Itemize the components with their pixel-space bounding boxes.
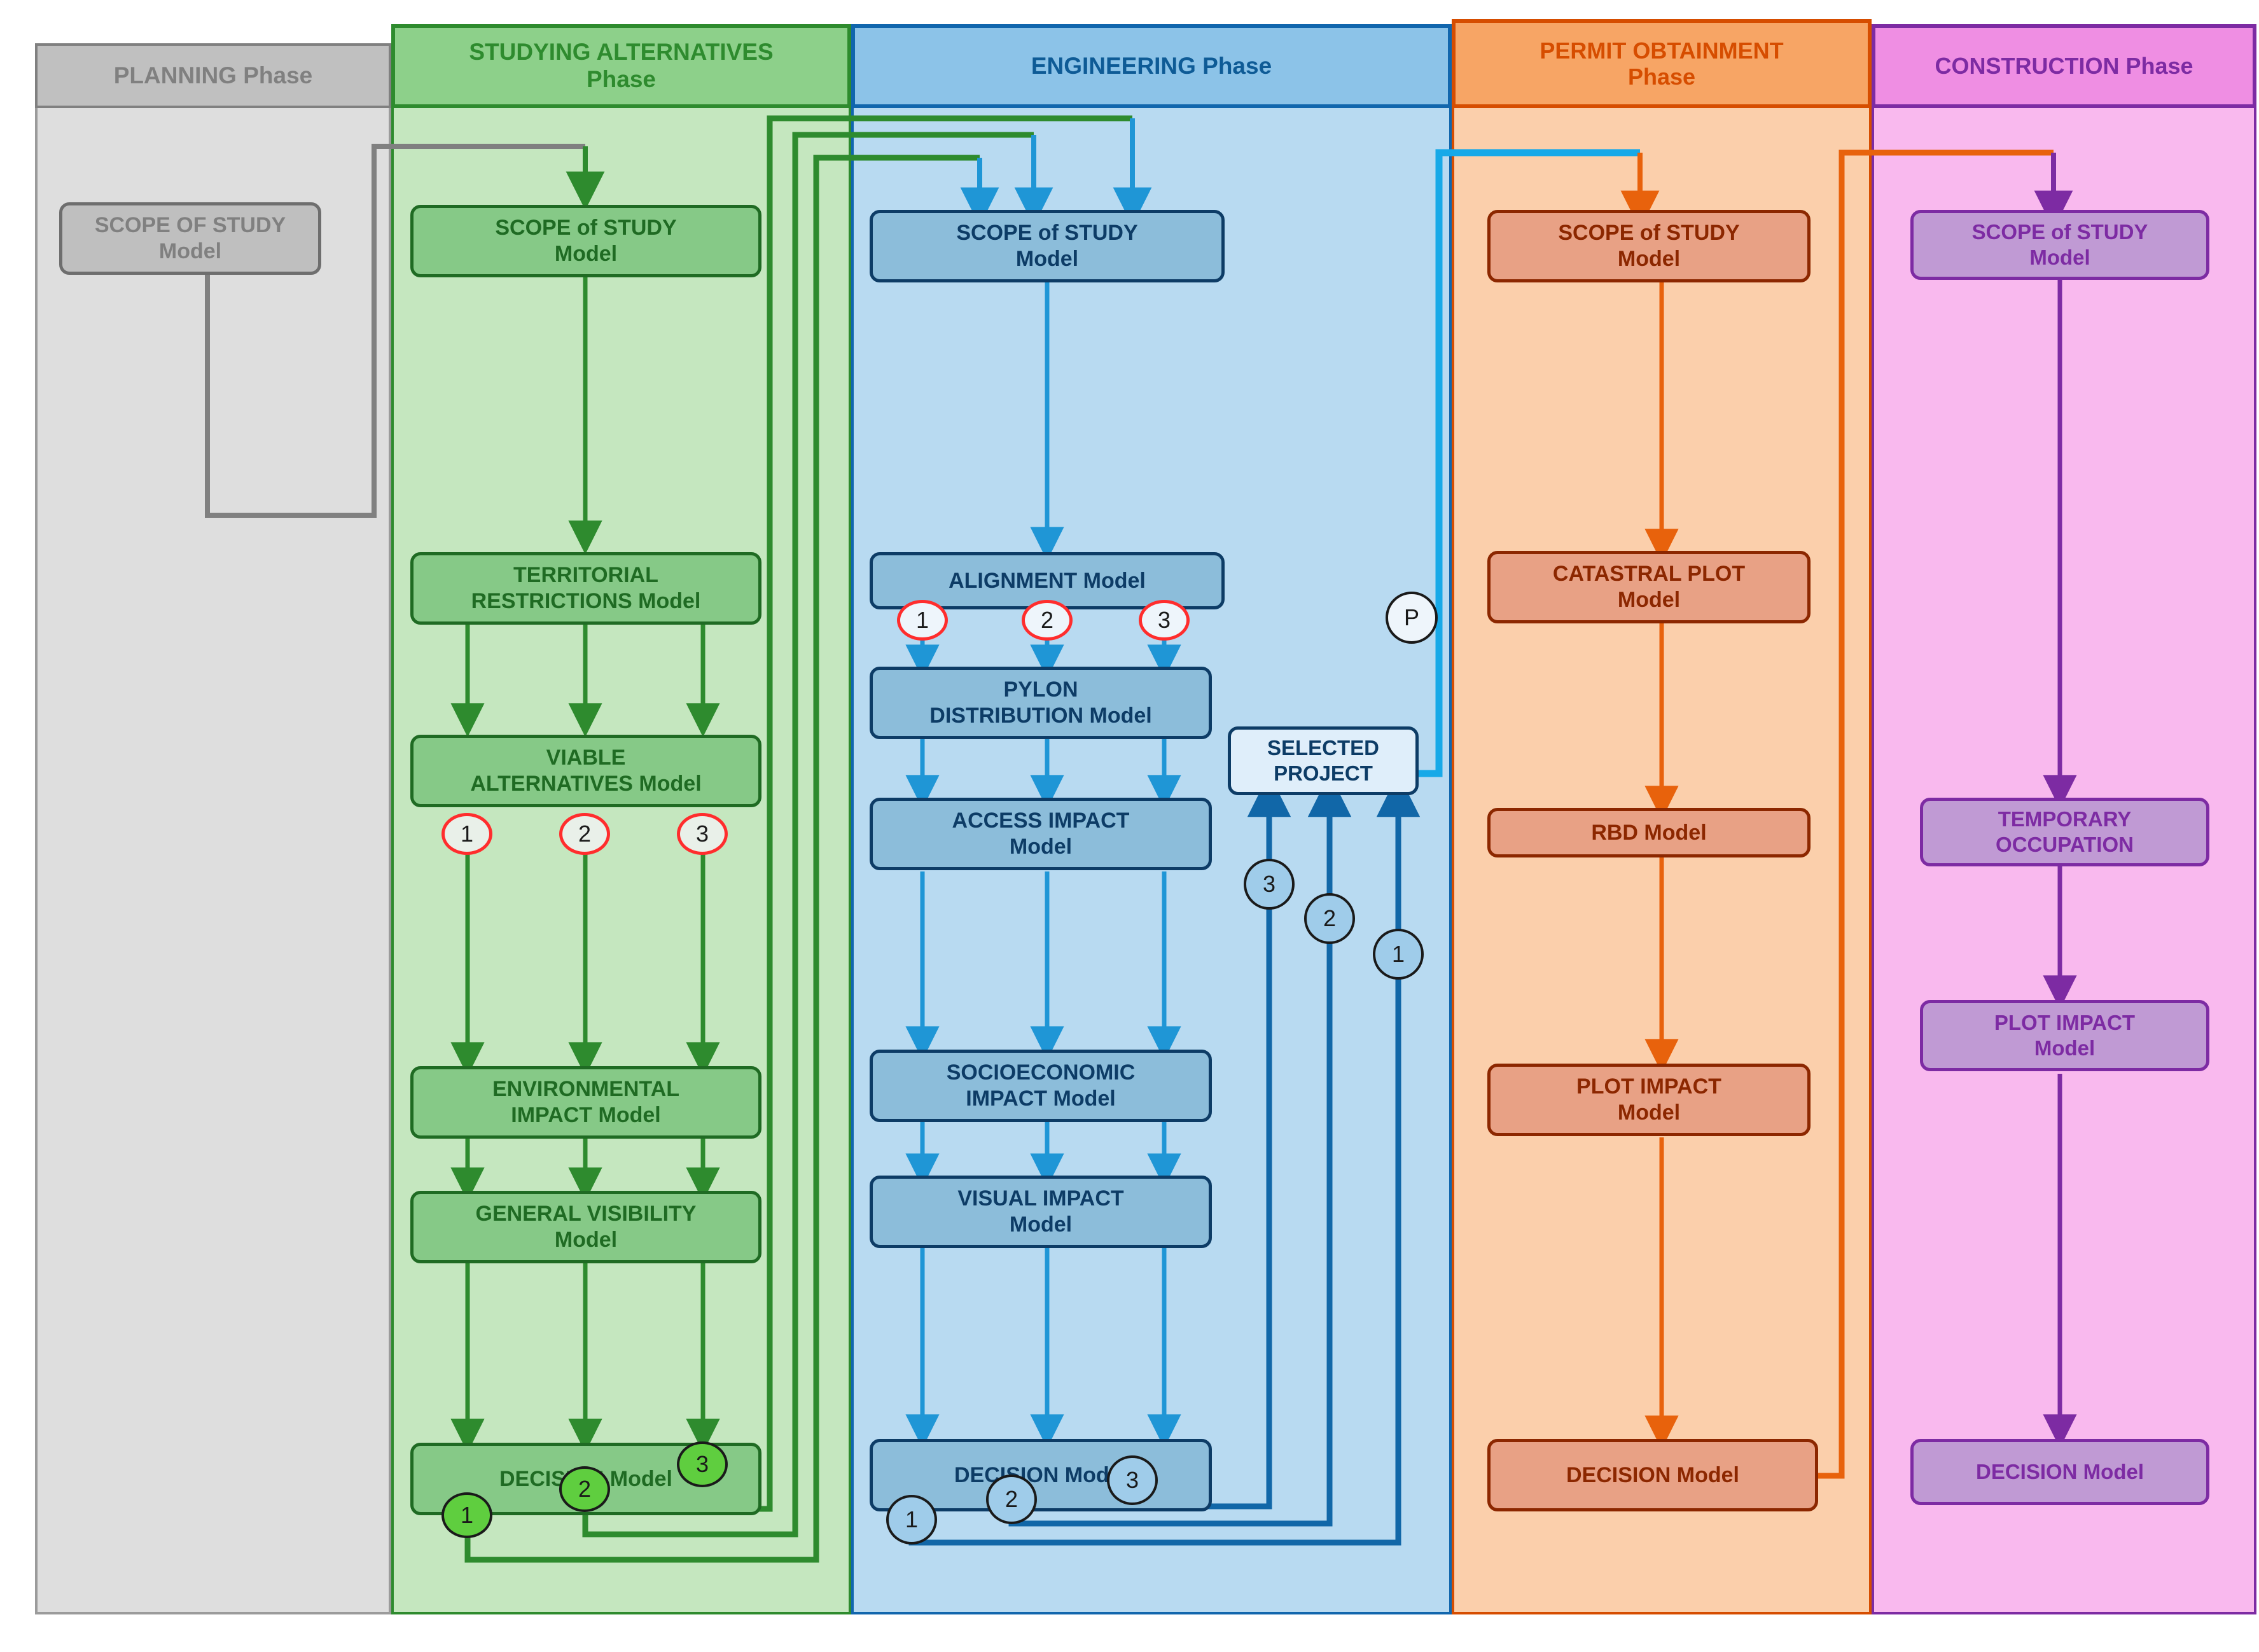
alt-viable-badge-1-label: 1 bbox=[460, 821, 474, 847]
planning-scope-line2: Model bbox=[158, 239, 222, 263]
eng-socioeconomic-impact-node[interactable]: SOCIOECONOMIC IMPACT Model bbox=[870, 1050, 1212, 1122]
constr-plot-line1: PLOT IMPACT bbox=[1994, 1011, 2136, 1035]
alt-viable-line2: ALTERNATIVES Model bbox=[470, 772, 702, 796]
alt-decision-badge-3[interactable]: 3 bbox=[677, 1441, 728, 1487]
eng-socio-line1: SOCIOECONOMIC bbox=[946, 1060, 1136, 1085]
selected-project-badge-3[interactable]: 3 bbox=[1244, 859, 1295, 910]
selected-project-badge-2[interactable]: 2 bbox=[1304, 893, 1355, 944]
eng-alignment-badge-1[interactable]: 1 bbox=[897, 600, 948, 641]
permit-rbd-label: RBD Model bbox=[1591, 820, 1707, 845]
alt-territorial-restrictions-node[interactable]: TERRITORIAL RESTRICTIONS Model bbox=[410, 552, 761, 625]
alt-viable-badge-2[interactable]: 2 bbox=[559, 813, 610, 855]
selected-project-line2: PROJECT bbox=[1274, 761, 1373, 785]
constr-scope-line2: Model bbox=[2029, 246, 2090, 269]
permit-scope-line2: Model bbox=[1617, 247, 1681, 271]
selected-project-badge-1-label: 1 bbox=[1391, 941, 1405, 967]
permit-decision-node[interactable]: DECISION Model bbox=[1487, 1439, 1818, 1511]
eng-decision-label: DECISION Model bbox=[954, 1462, 1128, 1487]
eng-scope-line2: Model bbox=[1015, 247, 1079, 271]
planning-scope-line1: SCOPE OF STUDY bbox=[94, 213, 286, 238]
eng-alignment-badge-3[interactable]: 3 bbox=[1139, 600, 1190, 641]
constr-temp-line2: OCCUPATION bbox=[1996, 833, 2134, 856]
alt-territorial-line2: RESTRICTIONS Model bbox=[471, 589, 701, 613]
constr-scope-line1: SCOPE of STUDY bbox=[1971, 220, 2148, 244]
alt-scope-of-study-node[interactable]: SCOPE of STUDY Model bbox=[410, 205, 761, 277]
eng-visual-line2: Model bbox=[1009, 1212, 1073, 1237]
selected-project-badge-2-label: 2 bbox=[1323, 905, 1337, 931]
permit-plot-line1: PLOT IMPACT bbox=[1576, 1074, 1721, 1099]
eng-scope-line1: SCOPE of STUDY bbox=[956, 221, 1138, 246]
alt-decision-badge-1[interactable]: 1 bbox=[441, 1492, 492, 1538]
alt-decision-badge-2[interactable]: 2 bbox=[559, 1466, 610, 1512]
selected-project-badge-1[interactable]: 1 bbox=[1373, 929, 1424, 980]
eng-decision-badge-2[interactable]: 2 bbox=[986, 1475, 1037, 1524]
alt-decision-badge-2-label: 2 bbox=[578, 1476, 592, 1502]
eng-access-line1: ACCESS IMPACT bbox=[952, 809, 1130, 833]
constr-temporary-occupation-node[interactable]: TEMPORARY OCCUPATION bbox=[1920, 798, 2209, 866]
permit-decision-label: DECISION Model bbox=[1566, 1462, 1740, 1487]
alt-scope-line2: Model bbox=[554, 242, 618, 266]
alt-decision-badge-1-label: 1 bbox=[460, 1502, 474, 1528]
eng-scope-of-study-node[interactable]: SCOPE of STUDY Model bbox=[870, 210, 1225, 282]
alt-viable-line1: VIABLE bbox=[546, 746, 626, 770]
alt-viable-alternatives-node[interactable]: VIABLE ALTERNATIVES Model bbox=[410, 735, 761, 807]
eng-pylon-distribution-node[interactable]: PYLON DISTRIBUTION Model bbox=[870, 667, 1212, 739]
eng-decision-badge-3[interactable]: 3 bbox=[1107, 1455, 1158, 1505]
eng-visual-line1: VISUAL IMPACT bbox=[957, 1186, 1124, 1211]
alt-decision-badge-3-label: 3 bbox=[695, 1451, 709, 1477]
alt-environmental-line2: IMPACT Model bbox=[511, 1103, 661, 1127]
eng-pylon-line2: DISTRIBUTION Model bbox=[929, 704, 1152, 728]
eng-alignment-label: ALIGNMENT Model bbox=[949, 568, 1146, 593]
constr-plot-line2: Model bbox=[2034, 1036, 2096, 1060]
planning-scope-of-study-node[interactable]: SCOPE OF STUDY Model bbox=[59, 202, 321, 275]
eng-decision-badge-3-label: 3 bbox=[1125, 1467, 1139, 1493]
permit-marker-p-badge[interactable]: P bbox=[1386, 592, 1438, 644]
alt-visibility-line2: Model bbox=[554, 1228, 618, 1252]
alt-scope-line1: SCOPE of STUDY bbox=[495, 216, 677, 240]
eng-alignment-badge-3-label: 3 bbox=[1157, 607, 1171, 633]
permit-catastral-line1: CATASTRAL PLOT bbox=[1552, 562, 1746, 587]
permit-scope-of-study-node[interactable]: SCOPE of STUDY Model bbox=[1487, 210, 1811, 282]
alt-viable-badge-3[interactable]: 3 bbox=[677, 813, 728, 855]
alt-viable-badge-2-label: 2 bbox=[578, 821, 592, 847]
alt-environmental-line1: ENVIRONMENTAL bbox=[492, 1077, 680, 1102]
constr-temp-line1: TEMPORARY bbox=[1998, 807, 2132, 831]
eng-access-impact-node[interactable]: ACCESS IMPACT Model bbox=[870, 798, 1212, 870]
flowchart-canvas: PLANNING Phase STUDYING ALTERNATIVES Pha… bbox=[0, 0, 2259, 1652]
eng-socio-line2: IMPACT Model bbox=[966, 1086, 1116, 1111]
permit-rbd-node[interactable]: RBD Model bbox=[1487, 808, 1811, 857]
permit-scope-line1: SCOPE of STUDY bbox=[1558, 221, 1740, 246]
alt-visibility-line1: GENERAL VISIBILITY bbox=[475, 1202, 697, 1226]
eng-alignment-badge-2-label: 2 bbox=[1040, 607, 1054, 633]
permit-plot-line2: Model bbox=[1617, 1100, 1681, 1125]
alt-viable-badge-1[interactable]: 1 bbox=[441, 813, 492, 855]
constr-plot-impact-node[interactable]: PLOT IMPACT Model bbox=[1920, 1000, 2209, 1071]
permit-catastral-plot-node[interactable]: CATASTRAL PLOT Model bbox=[1487, 551, 1811, 623]
permit-marker-p-label: P bbox=[1403, 604, 1419, 630]
selected-project-badge-3-label: 3 bbox=[1262, 871, 1276, 897]
eng-visual-impact-node[interactable]: VISUAL IMPACT Model bbox=[870, 1176, 1212, 1248]
alt-viable-badge-3-label: 3 bbox=[695, 821, 709, 847]
eng-access-line2: Model bbox=[1009, 835, 1073, 859]
alt-environmental-impact-node[interactable]: ENVIRONMENTAL IMPACT Model bbox=[410, 1066, 761, 1139]
constr-decision-label: DECISION Model bbox=[1975, 1460, 2144, 1484]
eng-alignment-badge-2[interactable]: 2 bbox=[1022, 600, 1073, 641]
eng-alignment-badge-1-label: 1 bbox=[915, 607, 929, 633]
eng-decision-badge-1[interactable]: 1 bbox=[886, 1495, 937, 1544]
alt-general-visibility-node[interactable]: GENERAL VISIBILITY Model bbox=[410, 1191, 761, 1263]
eng-decision-badge-2-label: 2 bbox=[1004, 1486, 1018, 1512]
alt-territorial-line1: TERRITORIAL bbox=[513, 563, 658, 588]
constr-scope-of-study-node[interactable]: SCOPE of STUDY Model bbox=[1910, 210, 2209, 280]
permit-plot-impact-node[interactable]: PLOT IMPACT Model bbox=[1487, 1064, 1811, 1136]
selected-project-line1: SELECTED bbox=[1267, 736, 1380, 760]
selected-project-node[interactable]: SELECTED PROJECT bbox=[1228, 726, 1419, 795]
constr-decision-node[interactable]: DECISION Model bbox=[1910, 1439, 2209, 1505]
eng-decision-badge-1-label: 1 bbox=[905, 1506, 919, 1532]
permit-catastral-line2: Model bbox=[1617, 588, 1681, 612]
eng-pylon-line1: PYLON bbox=[1003, 677, 1078, 702]
